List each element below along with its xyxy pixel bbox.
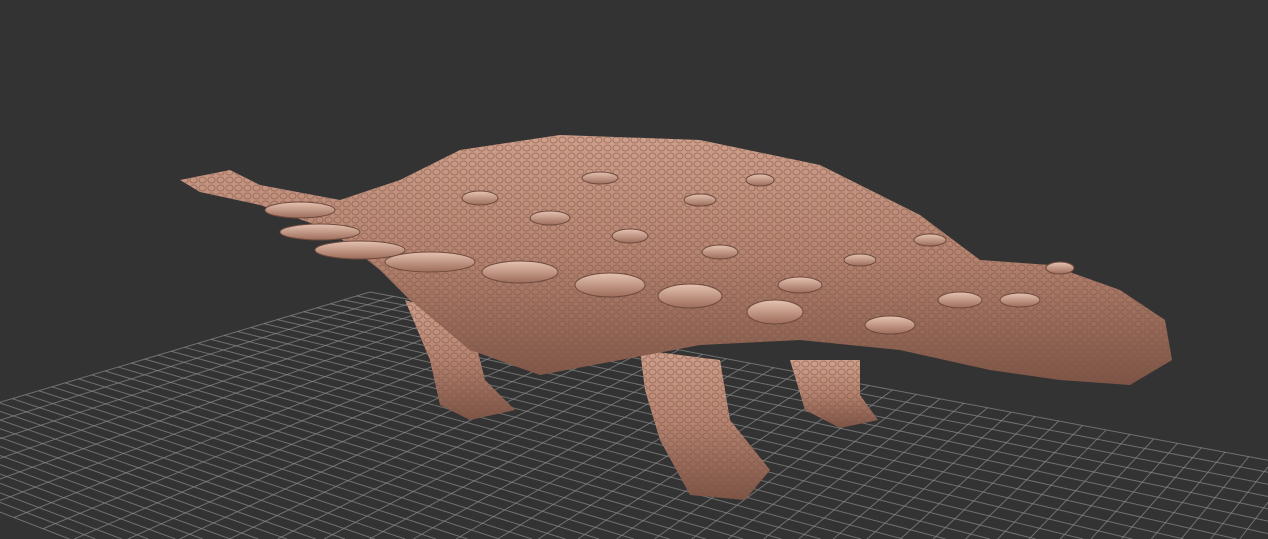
armor-plate (264, 201, 336, 219)
armor-plate (384, 251, 476, 273)
armor-plate (937, 291, 983, 309)
body (180, 135, 1172, 385)
armor-plate (529, 210, 571, 226)
3d-viewport[interactable] (0, 0, 1268, 539)
armor-plate (701, 244, 739, 260)
armor-plate (683, 193, 717, 207)
armor-plate (611, 228, 649, 244)
armor-plate (481, 260, 559, 284)
armor-plate (461, 190, 499, 206)
armor-plate (864, 315, 916, 335)
armor-plate (574, 272, 646, 298)
armor-plate (746, 299, 804, 325)
armor-plate (913, 233, 947, 247)
armor-plate (777, 276, 823, 294)
armor-plate (279, 223, 361, 241)
armor-plate (1045, 261, 1075, 275)
armor-plate (745, 173, 775, 187)
armor-plate (999, 292, 1041, 308)
armor-plate (657, 283, 723, 309)
armor-plate (843, 253, 877, 267)
ankylosaurus-model[interactable] (0, 0, 1268, 539)
armor-plate (581, 171, 619, 185)
